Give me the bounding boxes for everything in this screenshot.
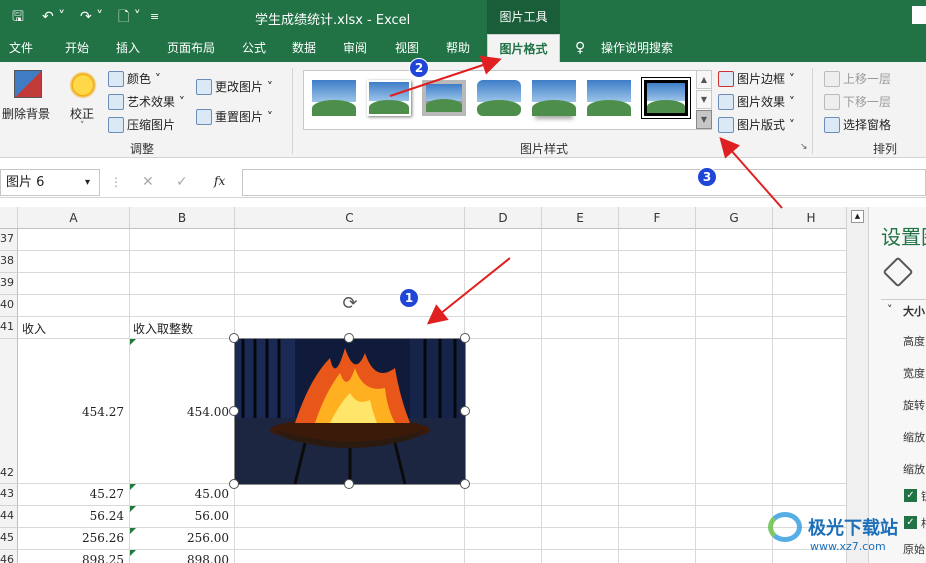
arrow-2 xyxy=(389,55,502,97)
arrow-1 xyxy=(426,257,511,325)
annotation-arrows xyxy=(389,55,783,325)
watermark-text: 极光下载站 xyxy=(808,518,898,539)
arrow-3 xyxy=(719,137,783,209)
watermark-logo xyxy=(768,512,802,542)
annotation-badge-1: 1 xyxy=(399,288,419,308)
annotation-badge-3: 3 xyxy=(697,167,717,187)
watermark-url: www.xz7.com xyxy=(810,540,886,553)
annotation-badge-2: 2 xyxy=(409,58,429,78)
